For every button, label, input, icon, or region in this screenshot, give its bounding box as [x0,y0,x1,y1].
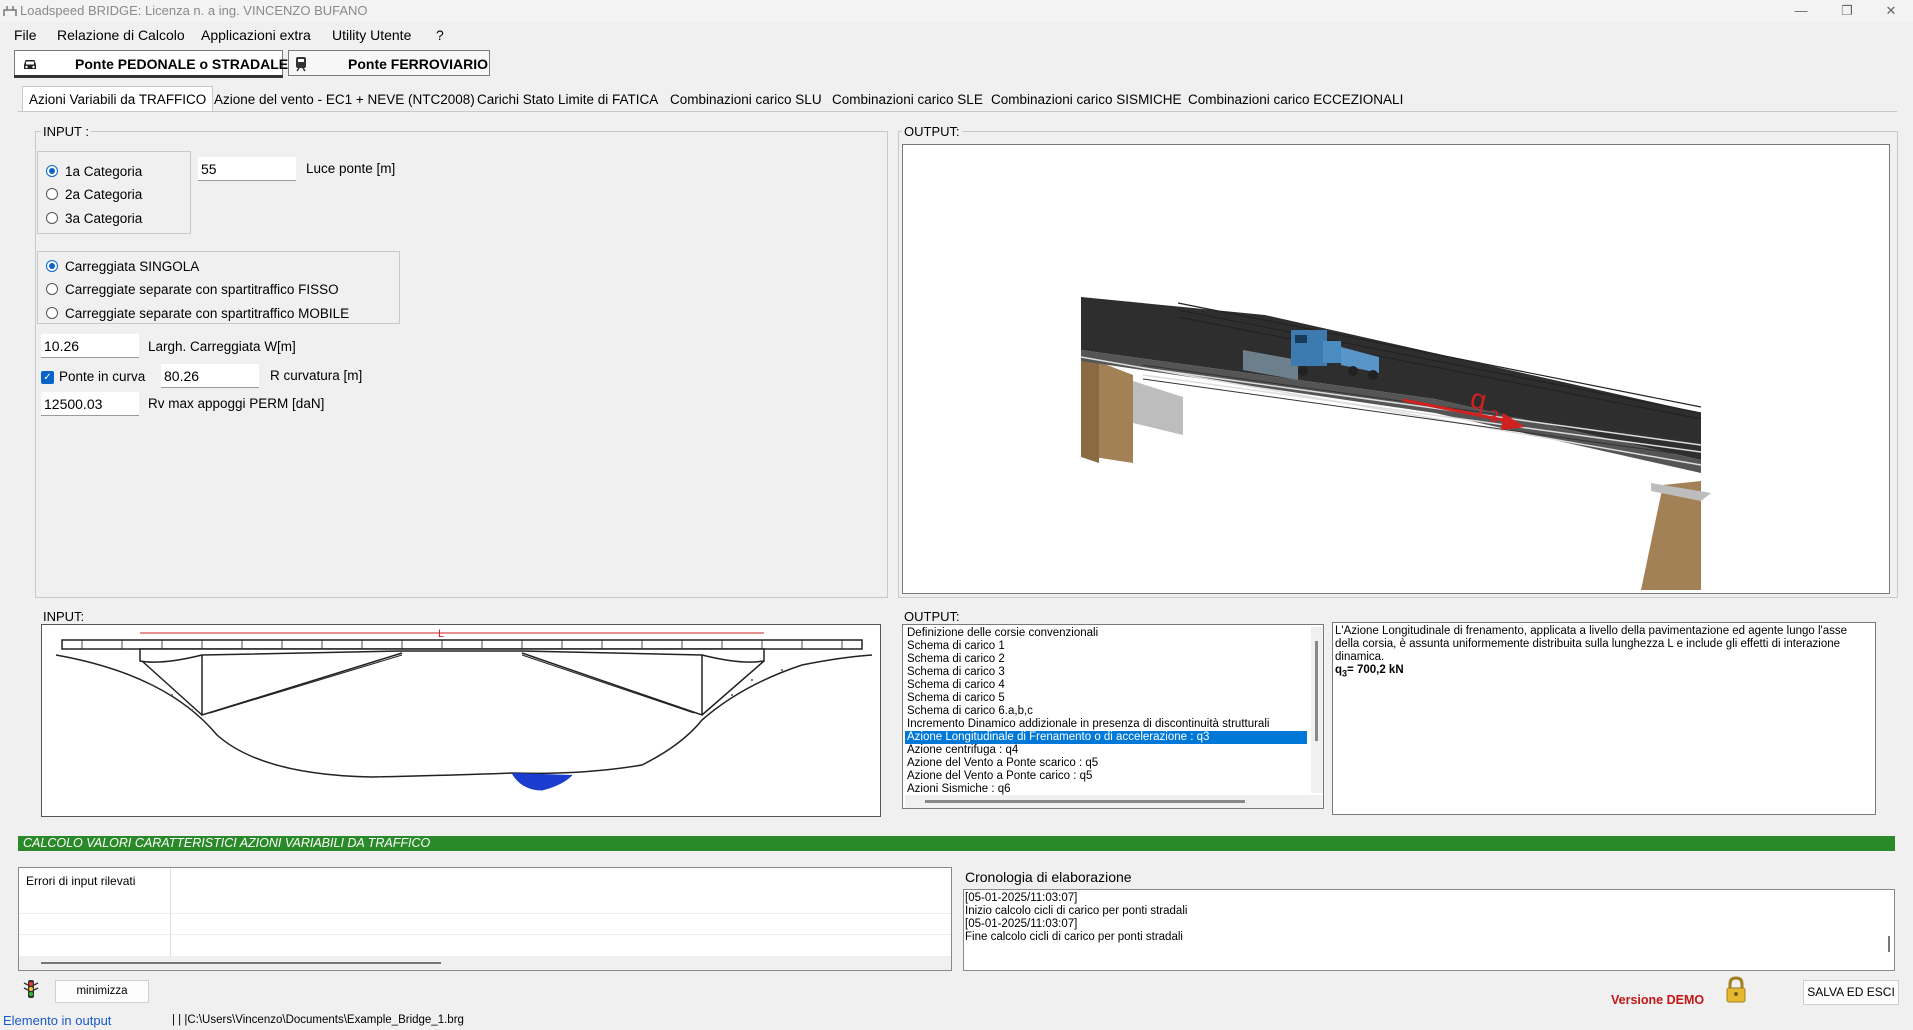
window-close-button[interactable]: ✕ [1868,1,1913,21]
menu-bar: File Relazione di Calcolo Applicazioni e… [0,24,1913,46]
description-text: L'Azione Longitudinale di frenamento, ap… [1335,625,1848,663]
output-listbox[interactable]: Definizione delle corsie convenzionali S… [902,624,1324,809]
carriageway-radio-single[interactable] [46,260,58,272]
radius-label: R curvatura [m] [270,368,363,383]
carriageway-radio-mobile[interactable] [46,307,58,319]
traffic-light-icon [23,980,39,998]
menu-applicazioni[interactable]: Applicazioni extra [201,27,311,43]
demo-label: Versione DEMO [1611,993,1705,1007]
tab-fatica[interactable]: Carichi Stato Limite di FATICA [471,88,664,112]
lock-icon [1726,976,1746,1003]
list-item[interactable]: Schema di carico 4 [905,679,1307,692]
output-list-label: OUTPUT: [902,609,962,624]
rv-label: Rv max appoggi PERM [daN] [148,396,325,411]
river [511,772,573,791]
category-radio-2[interactable] [46,188,58,200]
bridge-app-icon [3,6,17,16]
tab-sle[interactable]: Combinazioni carico SLE [826,88,989,112]
category-radio-1[interactable] [46,165,58,177]
rail-bridge-button[interactable]: Ponte FERROVIARIO [288,50,490,76]
category-radio-3[interactable] [46,212,58,224]
category-label-3: 3a Categoria [65,211,143,226]
road-bridge-active-indicator [14,75,283,78]
log-line: Inizio calcolo cicli di carico per ponti… [965,905,1188,917]
description-box: L'Azione Longitudinale di frenamento, ap… [1332,622,1876,815]
list-item[interactable]: Incremento Dinamico addizionale in prese… [905,718,1307,731]
tab-sismiche[interactable]: Combinazioni carico SISMICHE [985,88,1188,112]
bridge-elevation-view: L [41,624,881,817]
menu-utility[interactable]: Utility Utente [332,27,411,43]
carriageway-label-fixed: Carreggiate separate con spartitraffico … [65,282,339,297]
window-restore-button[interactable]: ❐ [1824,1,1870,21]
menu-relazione[interactable]: Relazione di Calcolo [57,27,185,43]
carriageway-label-single: Carreggiata SINGOLA [65,259,200,274]
list-item[interactable]: Schema di carico 5 [905,692,1307,705]
log-label: Cronologia di elaborazione [965,869,1132,885]
carriageway-label-mobile: Carreggiate separate con spartitraffico … [65,306,350,321]
input-drawing-label: INPUT: [41,609,87,624]
bridge-deck [1081,297,1701,460]
calc-status-text: CALCOLO VALORI CARATTERISTICI AZIONI VAR… [23,836,431,850]
list-vscrollbar[interactable] [1311,627,1323,793]
tab-slu[interactable]: Combinazioni carico SLU [664,88,828,112]
result-symbol: q [1335,664,1343,676]
road-bridge-button[interactable]: Ponte PEDONALE o STRADALE [14,50,288,76]
list-item[interactable]: Definizione delle corsie convenzionali [905,627,1307,640]
luce-label: Luce ponte [m] [306,161,396,176]
span-label: L [438,628,444,640]
bridge-3d-view: q 3 [902,144,1890,594]
curve-label: Ponte in curva [59,369,146,384]
title-bar: Loadspeed BRIDGE: Licenza n. a ing. VINC… [0,0,1913,22]
list-item[interactable]: Schema di carico 3 [905,666,1307,679]
category-label-1: 1a Categoria [65,164,143,179]
file-path: | | |C:\Users\Vincenzo\Documents\Example… [172,1014,464,1026]
category-label-2: 2a Categoria [65,187,143,202]
width-input[interactable] [41,334,139,358]
deck-section [61,639,863,650]
list-item[interactable]: Schema di carico 6.a,b,c [905,705,1307,718]
menu-file[interactable]: File [14,27,37,43]
description-result: q3= 700,2 kN [1335,664,1873,680]
bridge-elevation-drawing: L [55,628,873,791]
window-title: Loadspeed BRIDGE: Licenza n. a ing. VINC… [20,3,368,18]
tab-vento[interactable]: Azione del vento - EC1 + NEVE (NTC2008) [208,88,481,112]
calc-status-bar: CALCOLO VALORI CARATTERISTICI AZIONI VAR… [18,836,1895,851]
bridge-3d-illustration: q 3 [1080,297,1711,590]
minimize-button[interactable]: minimizza [55,980,149,1003]
carriageway-radio-fixed[interactable] [46,283,58,295]
car-icon [24,60,36,69]
tab-eccezionali[interactable]: Combinazioni carico ECCEZIONALI [1182,88,1409,112]
list-item-selected[interactable]: Azione Longitudinale di Frenamento o di … [905,731,1307,744]
road-bridge-label: Ponte PEDONALE o STRADALE [75,56,289,72]
output-3d-label: OUTPUT: [902,124,962,139]
train-icon [296,57,306,72]
width-label: Largh. Carreggiata W[m] [148,339,296,354]
list-hscrollbar[interactable] [905,795,1323,808]
curve-checkbox[interactable]: ✓ [41,371,54,384]
list-item[interactable]: Azione del Vento a Ponte scarico : q5 [905,757,1307,770]
log-line: [05-01-2025/11:03:07] [965,892,1078,904]
list-item[interactable]: Azione centrifuga : q4 [905,744,1307,757]
errors-label: Errori di input rilevati [26,874,136,888]
result-value: = 700,2 kN [1347,664,1404,676]
rail-bridge-label: Ponte FERROVIARIO [348,56,489,72]
window-minimize-button[interactable]: — [1778,1,1824,21]
rv-input[interactable] [41,392,139,416]
errors-hscrollbar[interactable] [19,956,951,970]
tab-traffico[interactable]: Azioni Variabili da TRAFFICO [22,86,214,112]
menu-help[interactable]: ? [436,27,444,43]
log-box: [05-01-2025/11:03:07] Inizio calcolo cic… [963,889,1895,971]
save-exit-button[interactable]: SALVA ED ESCI [1803,980,1899,1005]
output-element-label: Elemento in output [3,1013,112,1028]
radius-input[interactable] [161,364,259,388]
log-vscrollbar[interactable] [1888,936,1890,952]
list-item[interactable]: Schema di carico 2 [905,653,1307,666]
input-panel-label: INPUT : [41,124,91,139]
errors-box: Errori di input rilevati [18,867,952,971]
luce-input[interactable] [198,157,296,181]
log-line: [05-01-2025/11:03:07] [965,918,1078,930]
list-item[interactable]: Schema di carico 1 [905,640,1307,653]
log-line: Fine calcolo cicli di carico per ponti s… [965,931,1183,943]
list-item[interactable]: Azione del Vento a Ponte carico : q5 [905,770,1307,783]
